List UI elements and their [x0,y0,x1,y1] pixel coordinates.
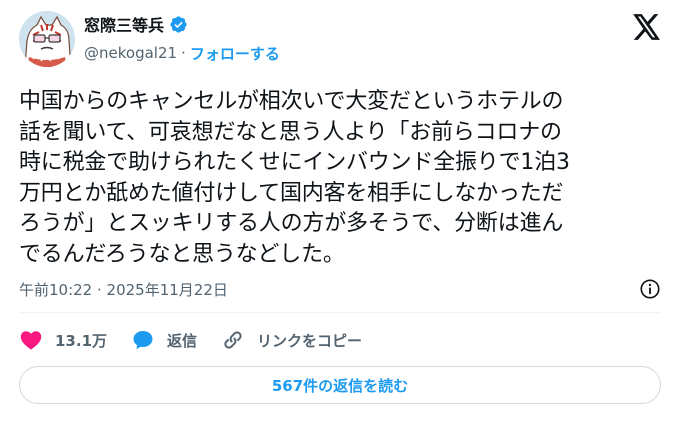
copy-link-button[interactable]: リンクをコピー [221,328,362,352]
tweet-text-line: 中国からのキャンセルが相次いで大変だというホテルの [19,89,564,114]
tweet-card: 窓際三等兵 @nekogal21 · フォローする 中国からのキャンセルが相次い… [0,0,681,421]
info-icon[interactable] [639,278,661,300]
verified-badge-icon [170,15,187,33]
tweet-text: 中国からのキャンセルが相次いで大変だというホテルの 話を聞いて、可哀想だなと思う… [19,87,659,270]
like-button[interactable]: 13.1万 [19,328,107,352]
author-info: 窓際三等兵 @nekogal21 · フォローする [84,12,280,64]
read-replies-button[interactable]: 567件の返信を読む [19,366,661,404]
author-handle-row: @nekogal21 · フォローする [84,42,280,64]
read-replies-label: 567件の返信を読む [271,376,409,395]
speech-bubble-icon [133,331,153,349]
reply-label: 返信 [167,331,198,350]
copy-link-label: リンクをコピー [257,331,363,350]
author-name-row: 窓際三等兵 [84,12,280,36]
link-icon [224,331,242,349]
author-display-name[interactable]: 窓際三等兵 [84,12,164,36]
follow-button[interactable]: フォローする [190,43,280,64]
tweet-text-line: でるんだろうなと思うなどした。 [19,241,345,267]
tweet-meta: 午前10:22 · 2025年11月22日 [19,278,661,300]
x-logo-icon[interactable] [633,14,661,40]
like-count: 13.1万 [55,331,108,350]
tweet-actions: 13.1万 返信 リンクをコピー [19,326,386,354]
tweet-text-line: ろうが」とスッキリする人の方が多そうで、分断は進ん [19,211,564,236]
tweet-text-line: 万円とか舐めた値付けして国内客を相手にしなかっただ [19,180,564,206]
tweet-text-line: 時に税金で助けられたくせにインバウンド全振りで1泊3 [19,150,570,175]
reply-button[interactable]: 返信 [131,328,197,352]
author-handle[interactable]: @nekogal21 [84,44,177,62]
heart-icon [20,331,42,350]
separator-dot: · [181,44,186,62]
tweet-text-line: 話を聞いて、可哀想だなと思う人より「お前らコロナの [19,119,562,145]
author-avatar[interactable] [19,11,75,67]
cat-avatar-illustration [19,11,75,67]
divider [19,312,661,313]
tweet-timestamp[interactable]: 午前10:22 · 2025年11月22日 [19,279,228,300]
